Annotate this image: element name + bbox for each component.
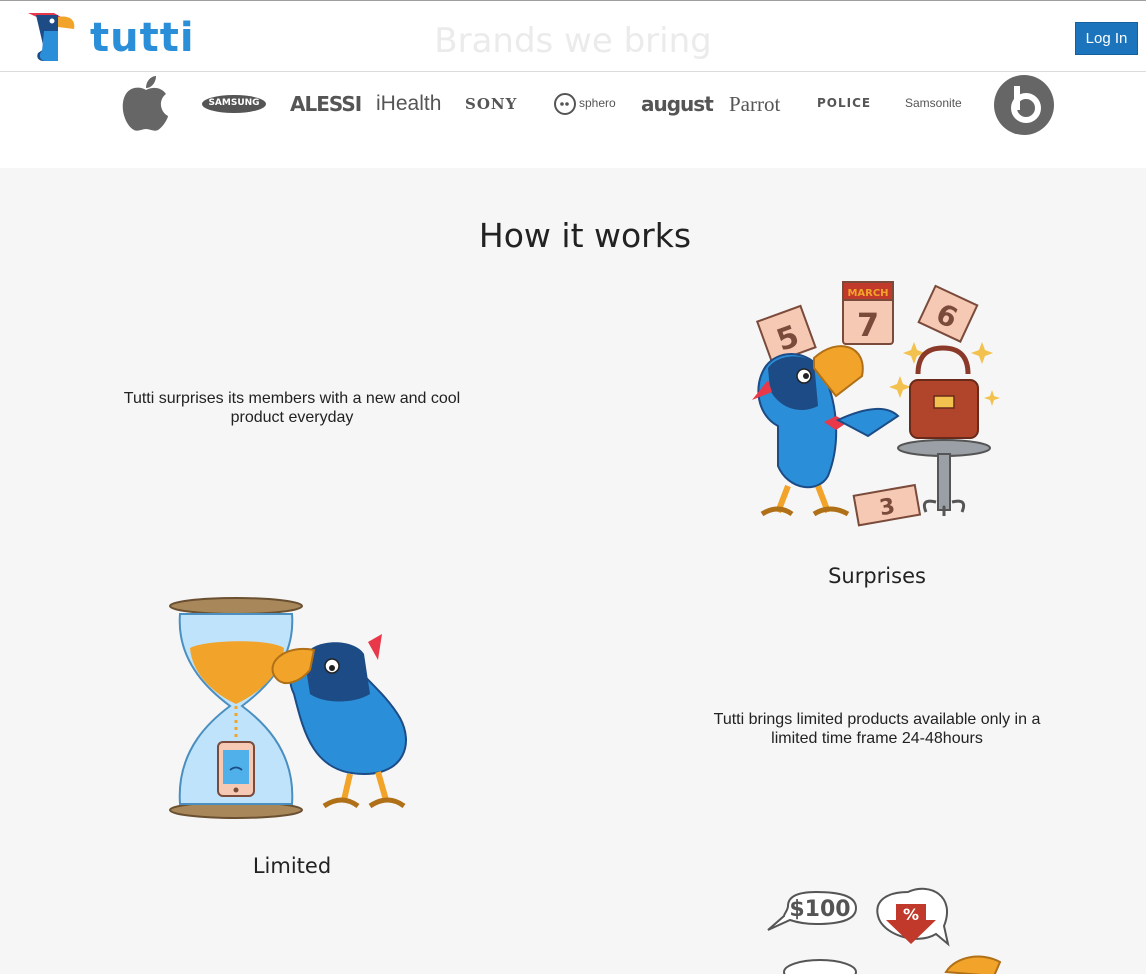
ihealth-logo[interactable]: iHealth [376, 92, 441, 116]
how-it-works-section: How it works Tutti surprises its members… [0, 168, 1146, 974]
price-bubble: $100 [789, 897, 850, 922]
calendar-day: 7 [857, 306, 879, 344]
sphero-text: sphero [579, 96, 616, 110]
beats-logo-icon[interactable] [993, 74, 1055, 136]
police-logo[interactable]: POLICE [817, 96, 871, 110]
samsonite-logo[interactable]: Samsonite [905, 96, 962, 110]
brands-title: Brands we bring [434, 21, 712, 61]
top-header: tutti Brands we bring Log In [0, 0, 1146, 72]
samsung-logo[interactable]: SAMSUNG [202, 94, 266, 114]
sphero-icon [554, 93, 576, 115]
samsung-text: SAMSUNG [208, 98, 260, 108]
sphero-logo[interactable]: sphero [553, 92, 616, 116]
apple-logo-icon[interactable] [120, 74, 172, 134]
deals-illustration: $100 % [767, 887, 1002, 974]
step-surprises-name: Surprises [828, 564, 926, 588]
alessi-logo[interactable]: ALESSI [290, 92, 362, 116]
august-logo[interactable]: august [641, 92, 714, 116]
step-limited-name: Limited [252, 854, 332, 878]
brands-strip: SAMSUNG ALESSI iHealth SONY sphero augus… [0, 72, 1146, 168]
surprises-illustration: MARCH 7 5 6 3 [752, 281, 1000, 527]
step-limited-description: Tutti brings limited products available … [713, 711, 1041, 747]
sony-logo[interactable]: SONY [465, 95, 517, 113]
how-it-works-title: How it works [478, 216, 692, 255]
step-surprises-description: Tutti surprises its members with a new a… [123, 390, 461, 426]
limited-illustration [169, 597, 407, 819]
parrot-logo[interactable]: Parrot [729, 92, 780, 117]
login-button[interactable]: Log In [1075, 22, 1138, 55]
calendar-month: MARCH [847, 288, 888, 299]
discount-symbol: % [903, 905, 919, 924]
